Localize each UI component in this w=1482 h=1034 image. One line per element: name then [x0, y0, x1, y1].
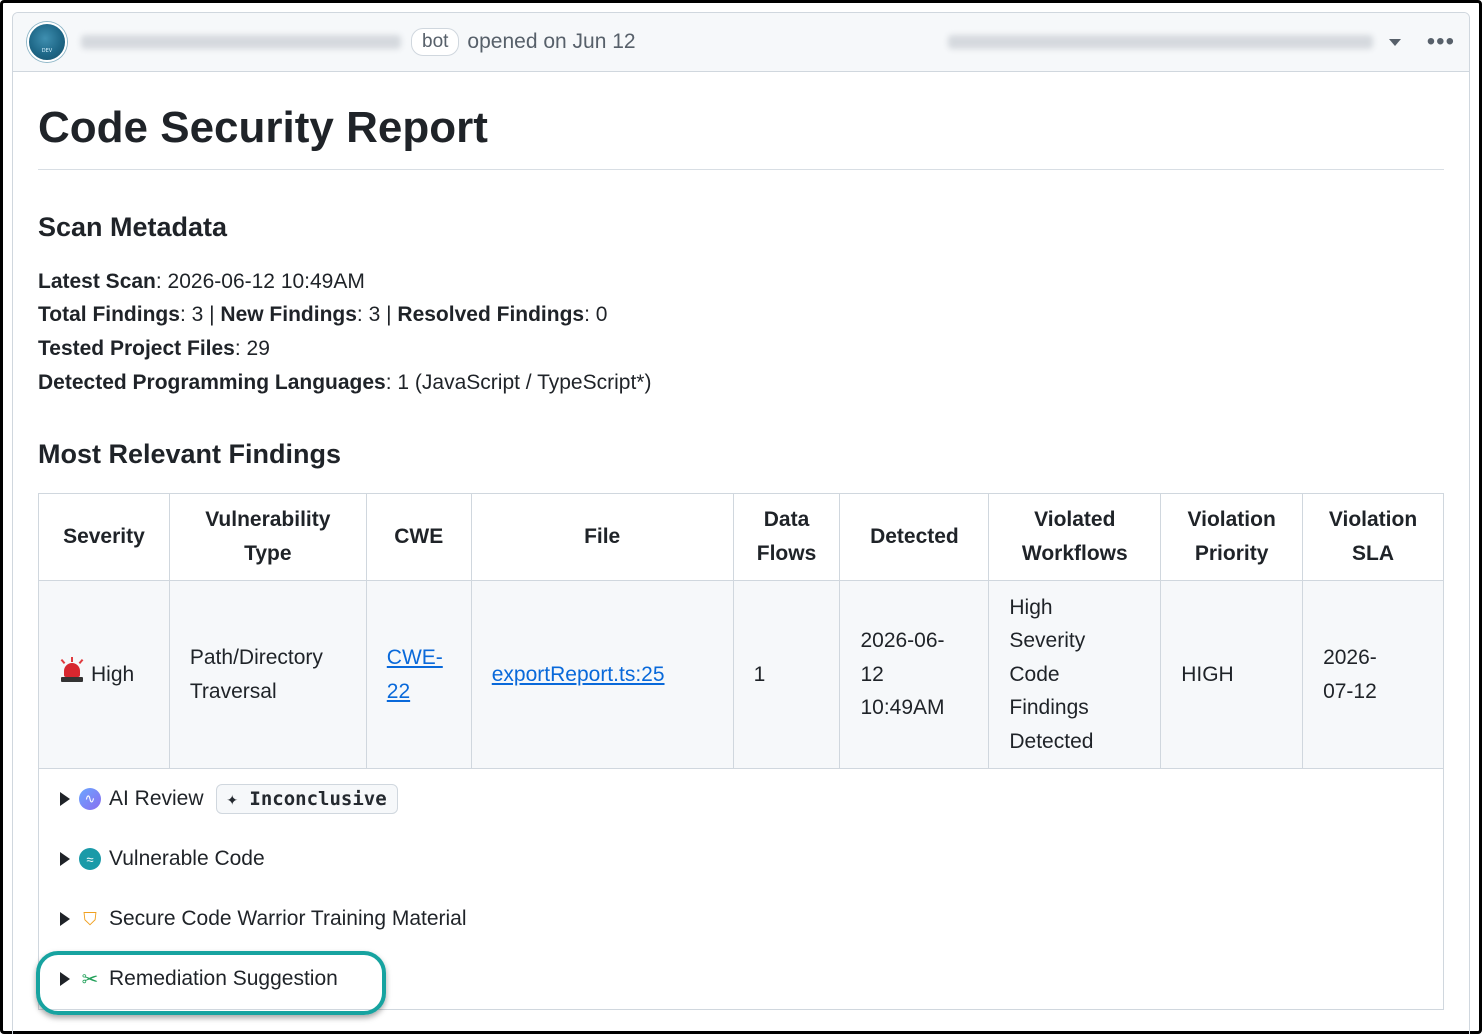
kebab-horizontal-icon[interactable]: •••: [1427, 30, 1455, 54]
author-name-redacted: [81, 35, 401, 49]
violation-priority-cell: HIGH: [1160, 580, 1304, 770]
details-training-material[interactable]: ⛉ Secure Code Warrior Training Material: [39, 889, 1443, 949]
column-header-violation-sla: Violation SLA: [1302, 493, 1444, 582]
inconclusive-badge: ✦ Inconclusive: [215, 784, 398, 815]
scan-metadata-heading: Scan Metadata: [38, 211, 228, 242]
details-cell: ∿ AI Review ✦ Inconclusive ≈ Vulnerable …: [38, 768, 1444, 1011]
bot-badge: bot: [411, 28, 460, 56]
findings-heading: Most Relevant Findings: [38, 439, 342, 470]
detected-cell: 2026-06- 12 10:49AM: [839, 580, 990, 770]
severity-value: High: [91, 663, 135, 687]
details-ai-review[interactable]: ∿ AI Review ✦ Inconclusive: [39, 769, 1443, 829]
violation-sla-cell: 2026- 07-12: [1302, 580, 1444, 770]
vulnerability-type-cell: Path/Directory Traversal: [168, 580, 367, 770]
column-header-data-flows: Data Flows: [732, 493, 841, 582]
issue-comment-card: bot opened on Jun 12 ••• Code Security R…: [12, 12, 1470, 1034]
tested-files-line: Tested Project Files: 29: [38, 336, 270, 360]
comment-header: bot opened on Jun 12 •••: [13, 13, 1469, 72]
cwe-link[interactable]: CWE- 22: [387, 646, 443, 703]
file-cell: exportReport.ts:25: [470, 580, 734, 770]
column-header-vulnerability-type: Vulnerability Type: [168, 493, 367, 582]
findings-table: Severity Vulnerability Type CWE File Data…: [38, 493, 1444, 1011]
details-remediation-suggestion[interactable]: ✂ Remediation Suggestion: [39, 949, 1443, 1009]
column-header-file: File: [470, 493, 734, 582]
latest-scan-line: Latest Scan: 2026-06-12 10:49AM: [38, 269, 365, 293]
column-header-detected: Detected: [839, 493, 990, 582]
table-row: High Path/Directory Traversal CWE- 22 expo…: [38, 580, 1444, 770]
tools-icon: ✂: [81, 968, 99, 991]
violated-workflows-cell: High Severity Code Findings Detected: [988, 580, 1162, 770]
cwe-cell: CWE- 22: [365, 580, 472, 770]
disclosure-triangle-icon[interactable]: [60, 792, 70, 807]
data-flows-cell: 1: [732, 580, 841, 770]
languages-line: Detected Programming Languages: 1 (JavaS…: [38, 370, 652, 394]
secure-code-warrior-icon: ⛉: [83, 908, 97, 929]
table-header-row: Severity Vulnerability Type CWE File Data…: [38, 493, 1444, 582]
details-row: ∿ AI Review ✦ Inconclusive ≈ Vulnerable …: [38, 768, 1444, 1011]
disclosure-triangle-icon[interactable]: [60, 972, 70, 987]
vulnerable-code-icon: ≈: [79, 848, 101, 871]
disclosure-triangle-icon[interactable]: [60, 852, 70, 867]
siren-icon: [59, 657, 85, 683]
details-vulnerable-code[interactable]: ≈ Vulnerable Code: [39, 829, 1443, 889]
chevron-down-icon[interactable]: [1388, 38, 1401, 46]
scan-metadata: Latest Scan: 2026-06-12 10:49AM Total Fi…: [38, 265, 1444, 399]
comment-body: Code Security Report Scan Metadata Lates…: [13, 102, 1469, 1011]
findings-count-line: Total Findings: 3 | New Findings: 3 | Re…: [38, 303, 608, 327]
edited-by-redacted: [947, 35, 1373, 49]
file-link[interactable]: exportReport.ts:25: [492, 663, 665, 686]
column-header-severity: Severity: [38, 493, 170, 582]
column-header-violation-priority: Violation Priority: [1160, 493, 1304, 582]
opened-timestamp[interactable]: opened on Jun 12: [467, 30, 635, 54]
disclosure-triangle-icon[interactable]: [60, 912, 70, 927]
report-title: Code Security Report: [38, 102, 1444, 170]
column-header-violated-workflows: Violated Workflows: [988, 493, 1162, 582]
bot-avatar[interactable]: [27, 22, 67, 62]
column-header-cwe: CWE: [365, 493, 472, 582]
ai-review-icon: ∿: [79, 788, 101, 811]
severity-cell: High: [38, 580, 170, 770]
